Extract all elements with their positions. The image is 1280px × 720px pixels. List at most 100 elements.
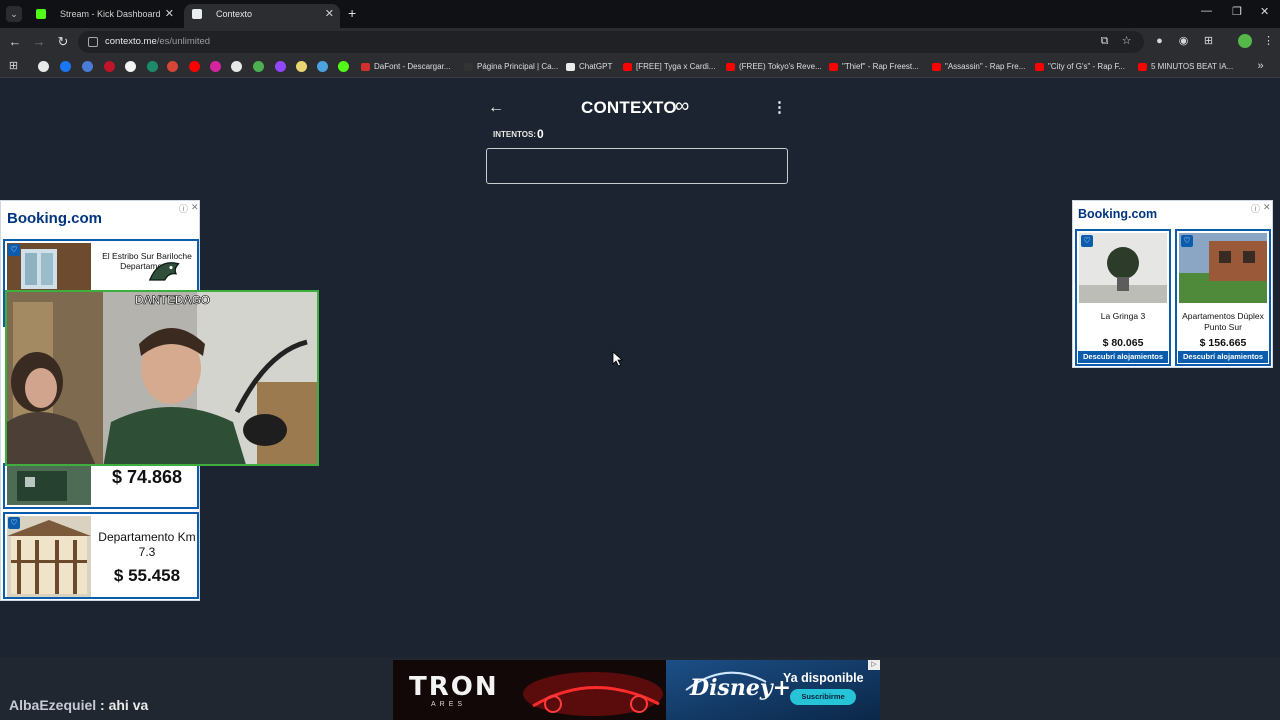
listing-name: Departamento Km 7.3 [98, 530, 196, 559]
forward-icon[interactable]: → [31, 34, 47, 50]
twitch-icon[interactable] [275, 61, 286, 72]
disney-plus-logo: Disney+ [690, 675, 792, 701]
listing-price: $ 74.868 [111, 467, 183, 487]
bookmark-item[interactable]: DaFont - Descargar... [361, 60, 450, 74]
extension-icon[interactable]: ● [1153, 35, 1166, 48]
tab-strip: ⌄ Stream - Kick Dashboard ✕ Contexto ✕ +… [0, 0, 1280, 28]
close-tab-icon[interactable]: ✕ [165, 4, 174, 24]
shark-logo-icon [148, 262, 180, 281]
infinity-mode-icon: ∞ [675, 95, 690, 117]
booking-logo: Booking.com [7, 210, 103, 227]
bookmark-icon[interactable] [296, 61, 307, 72]
listing-name: La Gringa 3 [1100, 311, 1146, 321]
banner-subtitle: ARES [431, 701, 467, 708]
site-info-icon[interactable] [88, 37, 98, 47]
favorite-heart-icon[interactable]: ♡ [8, 244, 20, 256]
tab-kick-dashboard[interactable]: Stream - Kick Dashboard ✕ [28, 4, 180, 28]
banner-headline: Ya disponible [783, 671, 864, 685]
more-bookmarks-chevron-icon[interactable]: » [1254, 60, 1267, 73]
new-tab-plus-icon[interactable]: + [348, 5, 356, 21]
tab-search-button[interactable]: ⌄ [6, 6, 22, 22]
profile-avatar[interactable] [1238, 34, 1252, 48]
instagram-icon[interactable] [210, 61, 221, 72]
kick-icon[interactable] [338, 61, 349, 72]
ad-info-icon[interactable]: ⓘ [1251, 202, 1260, 215]
banner-brand: TRON [409, 672, 499, 702]
bookmark-item[interactable]: ChatGPT [566, 60, 612, 74]
ad-info-icon[interactable]: ⓘ [179, 202, 188, 215]
bookmark-item[interactable]: "City of G's" - Rap F... [1035, 60, 1125, 74]
browser-menu-icon[interactable]: ⋮ [1262, 35, 1275, 48]
address-bar[interactable]: contexto.me/es/unlimited [78, 31, 1144, 53]
bookmark-icon[interactable] [317, 61, 328, 72]
mouse-cursor-icon [612, 351, 624, 367]
extension-icon[interactable]: ◉ [1177, 35, 1190, 48]
ad-close-icon[interactable]: ✕ [1263, 202, 1271, 213]
restore-icon[interactable]: ❐ [1232, 5, 1242, 18]
listing-card[interactable]: ♡ Apartamentos Dúplex Punto Sur $ 156.66… [1175, 229, 1271, 366]
listing-photo [7, 463, 91, 505]
gmail-icon[interactable] [167, 61, 178, 72]
bookmark-icon[interactable] [253, 61, 264, 72]
favorite-heart-icon[interactable]: ♡ [1081, 235, 1093, 247]
x-icon[interactable] [231, 61, 242, 72]
favorite-heart-icon[interactable]: ♡ [8, 517, 20, 529]
bookmark-item[interactable]: Página Principal | Ca... [464, 60, 558, 74]
url-text: contexto.me/es/unlimited [105, 36, 211, 47]
listing-card[interactable]: $ 74.868 [3, 463, 199, 509]
word-guess-input[interactable] [486, 148, 788, 184]
attempts-count: 0 [537, 127, 544, 141]
tab-label: Contexto [216, 9, 253, 19]
bookmark-icon[interactable] [104, 61, 115, 72]
streamer-logo-text: DANTEDAGO [135, 293, 211, 308]
bookmarks-bar: ⊞ DaFont - Descargar... Página Principal… [0, 56, 1280, 78]
listing-card[interactable]: ♡ Departamento Km 7.3 $ 55.458 [3, 512, 199, 599]
minimize-icon[interactable]: — [1201, 5, 1212, 17]
webcam-video [7, 292, 317, 464]
chat-message: AlbaEzequiel : ahi va [9, 697, 149, 713]
ad-close-icon[interactable]: ✕ [191, 202, 199, 213]
bookmark-item[interactable]: [FREE] Tyga x Cardi... [623, 60, 715, 74]
bookmark-item[interactable]: (FREE) Tokyo's Reve... [726, 60, 822, 74]
listing-price: $ 156.665 [1199, 337, 1247, 349]
apps-grid-icon[interactable]: ⊞ [7, 60, 20, 73]
bookmark-item[interactable]: 5 MINUTOS BEAT IA... [1138, 60, 1233, 74]
bookmark-star-icon[interactable]: ☆ [1120, 35, 1133, 48]
facebook-icon[interactable] [60, 61, 71, 72]
reload-icon[interactable]: ↻ [55, 34, 71, 50]
chat-text: ahi va [108, 697, 149, 713]
bookmark-icon[interactable] [82, 61, 93, 72]
bookmark-icon[interactable] [125, 61, 136, 72]
discover-stays-button[interactable]: Descubrí alojamientos [1078, 351, 1168, 363]
bookmark-icon[interactable] [147, 61, 158, 72]
booking-ad-right[interactable]: Booking.com ⓘ ✕ ♡ La Gringa 3 $ 80.065 D… [1072, 200, 1273, 368]
game-title: CONTEXTO [581, 98, 677, 117]
listing-card[interactable]: ♡ La Gringa 3 $ 80.065 Descubrí alojamie… [1075, 229, 1171, 366]
back-arrow-icon[interactable]: ← [488, 99, 504, 117]
contexto-favicon-icon [192, 9, 202, 19]
subscribe-button[interactable]: Suscribirme [790, 689, 856, 705]
close-tab-icon[interactable]: ✕ [325, 4, 334, 24]
attempts-label: INTENTOS: [493, 130, 536, 139]
streamer-webcam [5, 290, 319, 466]
install-app-icon[interactable]: ⧉ [1098, 35, 1111, 48]
youtube-icon[interactable] [189, 61, 200, 72]
listing-price: $ 55.458 [113, 566, 181, 585]
close-window-icon[interactable]: ✕ [1260, 5, 1269, 18]
back-icon[interactable]: ← [7, 34, 23, 50]
google-icon[interactable] [38, 61, 49, 72]
extensions-puzzle-icon[interactable]: ⊞ [1202, 35, 1215, 48]
bookmark-item[interactable]: "Thief" - Rap Freest... [829, 60, 919, 74]
tron-ares-banner-ad[interactable]: TRON ARES [393, 660, 666, 720]
listing-price: $ 80.065 [1102, 337, 1144, 349]
disney-plus-banner-ad[interactable]: Disney+ Ya disponible Suscribirme [666, 660, 880, 720]
listing-name: Apartamentos Dúplex Punto Sur [1182, 311, 1264, 332]
chat-username: AlbaEzequiel [9, 697, 97, 713]
kick-favicon-icon [36, 9, 46, 19]
bookmark-item[interactable]: "Assassin" - Rap Fre... [932, 60, 1025, 74]
favorite-heart-icon[interactable]: ♡ [1181, 235, 1193, 247]
discover-stays-button[interactable]: Descubrí alojamientos [1178, 351, 1268, 363]
tab-contexto[interactable]: Contexto ✕ [184, 4, 340, 28]
adchoices-icon[interactable]: ▷ [868, 660, 880, 670]
game-menu-icon[interactable]: ⋮ [772, 98, 787, 116]
